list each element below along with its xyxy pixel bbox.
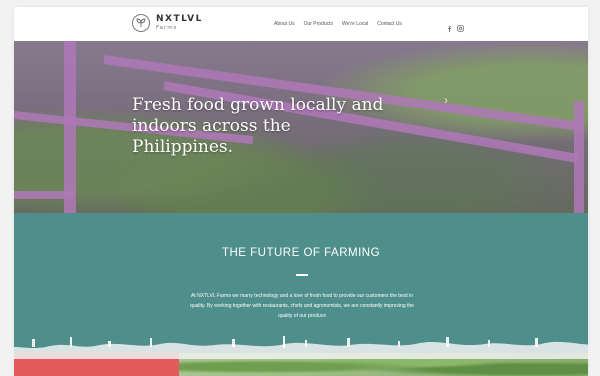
brand-logo[interactable]: NXTLVL Farms	[132, 14, 203, 32]
brand-subtitle: Farms	[156, 24, 178, 31]
nav-our-products[interactable]: Our Products	[304, 21, 333, 27]
site-header: NXTLVL Farms About Us Our Products We're…	[14, 7, 588, 41]
instagram-icon[interactable]	[457, 19, 464, 32]
leaf-logo-icon	[132, 14, 150, 32]
nav-about-us[interactable]: About Us	[274, 21, 295, 27]
section-title: THE FUTURE OF FARMING	[221, 247, 381, 259]
brand-name: NXTLVL	[156, 13, 203, 24]
nav-were-local[interactable]: We're Local	[342, 21, 368, 27]
website-page: NXTLVL Farms About Us Our Products We're…	[14, 7, 588, 376]
slider-next-icon[interactable]: ›	[444, 93, 448, 107]
hero-headline: Fresh food grown locally and indoors acr…	[132, 95, 384, 157]
title-divider	[296, 274, 308, 276]
section-description: At NXTLVL Farms we marry technology and …	[190, 293, 414, 319]
hero-banner: Fresh food grown locally and indoors acr…	[14, 41, 588, 213]
nav-contact-us[interactable]: Contact Us	[377, 21, 402, 27]
torn-paper-edge	[0, 336, 600, 359]
main-nav: About Us Our Products We're Local Contac…	[274, 21, 411, 27]
facebook-icon[interactable]	[446, 19, 453, 32]
social-links	[446, 19, 468, 32]
